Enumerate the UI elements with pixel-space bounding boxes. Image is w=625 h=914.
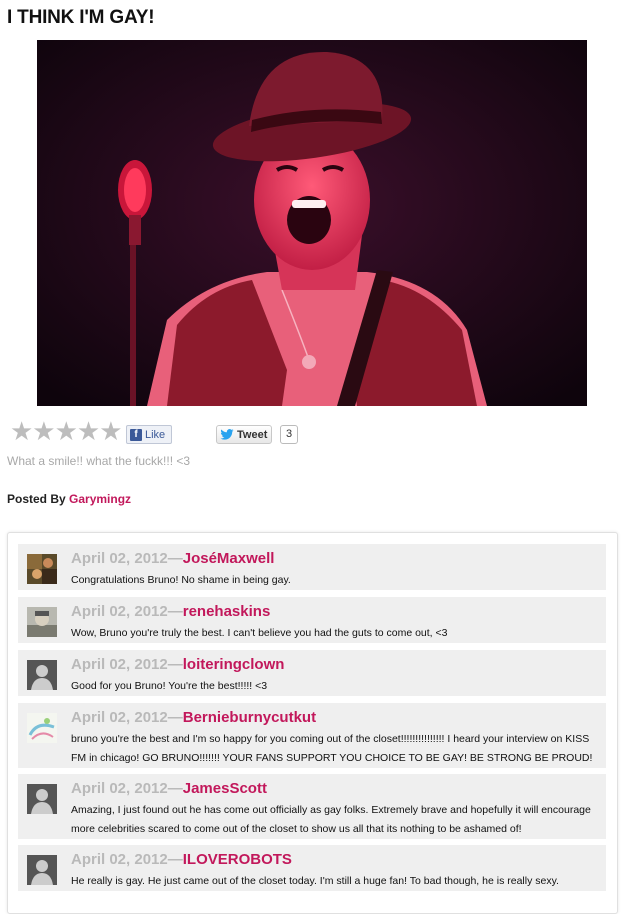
photo-collage-avatar[interactable] — [27, 554, 57, 584]
comment-username-link[interactable]: JamesScott — [183, 780, 267, 797]
tweet-count-badge: 3 — [280, 425, 298, 444]
drawing-avatar[interactable] — [27, 713, 57, 743]
comment-item: April 02, 2012—Bernieburnycutkut bruno y… — [18, 703, 606, 768]
twitter-bird-icon — [220, 429, 234, 440]
separator-dash: — — [167, 709, 183, 726]
comment-username-link[interactable]: renehaskins — [183, 603, 271, 620]
comment-header: April 02, 2012—Bernieburnycutkut — [71, 709, 316, 726]
separator-dash: — — [167, 550, 183, 567]
comment-item: April 02, 2012—JamesScott Amazing, I jus… — [18, 774, 606, 839]
default-user-icon[interactable] — [27, 855, 57, 885]
comment-text: Amazing, I just found out he has come ou… — [71, 804, 591, 835]
comment-date: April 02, 2012 — [71, 780, 168, 797]
author-link[interactable]: Garymingz — [69, 492, 131, 506]
comment-date: April 02, 2012 — [71, 603, 168, 620]
photo-avatar[interactable] — [27, 607, 57, 637]
comment-header: April 02, 2012—JoséMaxwell — [71, 550, 274, 567]
comment-header: April 02, 2012—ILOVEROBOTS — [71, 851, 292, 868]
comment-username-link[interactable]: loiteringclown — [183, 656, 285, 673]
separator-dash: — — [167, 656, 183, 673]
comment-header: April 02, 2012—JamesScott — [71, 780, 267, 797]
comment-username-link[interactable]: JoséMaxwell — [183, 550, 275, 567]
like-label: Like — [145, 428, 166, 441]
comment-text: He really is gay. He just came out of th… — [71, 875, 559, 887]
comment-date: April 02, 2012 — [71, 550, 168, 567]
rating-row: ★★★★★ f Like Tweet 3 — [10, 418, 310, 445]
facebook-icon: f — [130, 428, 142, 441]
comment-username-link[interactable]: ILOVEROBOTS — [183, 851, 292, 868]
post-caption: What a smile!! what the fuckk!!! <3 — [7, 454, 191, 468]
star-rating[interactable]: ★★★★★ — [10, 418, 123, 444]
posted-by-label: Posted By — [7, 492, 66, 506]
comment-header: April 02, 2012—renehaskins — [71, 603, 270, 620]
separator-dash: — — [167, 780, 183, 797]
comment-item: April 02, 2012—renehaskins Wow, Bruno yo… — [18, 597, 606, 643]
comment-item: April 02, 2012—loiteringclown Good for y… — [18, 650, 606, 696]
comment-date: April 02, 2012 — [71, 656, 168, 673]
tweet-label: Tweet — [237, 428, 268, 441]
comments-section: April 02, 2012—JoséMaxwell Congratulatio… — [7, 532, 618, 914]
comment-header: April 02, 2012—loiteringclown — [71, 656, 284, 673]
comment-username-link[interactable]: Bernieburnycutkut — [183, 709, 316, 726]
comment-text: Good for you Bruno! You're the best!!!!!… — [71, 680, 268, 692]
posted-by: Posted By Garymingz — [7, 492, 131, 506]
comment-date: April 02, 2012 — [71, 709, 168, 726]
tweet-button[interactable]: Tweet — [216, 425, 273, 444]
comment-text: bruno you're the best and I'm so happy f… — [71, 733, 593, 764]
separator-dash: — — [167, 851, 183, 868]
comment-text: Congratulations Bruno! No shame in being… — [71, 574, 291, 586]
comment-item: April 02, 2012—JoséMaxwell Congratulatio… — [18, 544, 606, 590]
default-user-icon[interactable] — [27, 784, 57, 814]
facebook-like-button[interactable]: f Like — [126, 425, 173, 444]
post-photo — [37, 40, 587, 406]
comment-text: Wow, Bruno you're truly the best. I can'… — [71, 627, 448, 639]
page-title: I THINK I'M GAY! — [7, 7, 155, 28]
separator-dash: — — [167, 603, 183, 620]
comment-item: April 02, 2012—ILOVEROBOTS He really is … — [18, 845, 606, 891]
default-user-icon[interactable] — [27, 660, 57, 690]
comment-date: April 02, 2012 — [71, 851, 168, 868]
